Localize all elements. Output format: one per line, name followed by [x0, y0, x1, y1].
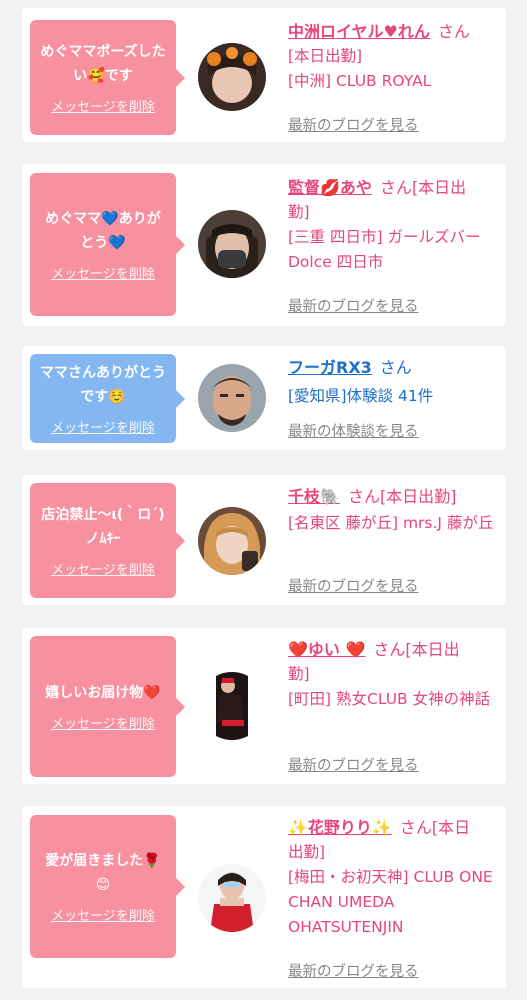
- shop-text: [愛知県]体験談 41件: [288, 387, 434, 405]
- delete-message-link[interactable]: メッセージを削除: [51, 713, 155, 732]
- blog-link[interactable]: 最新のブログを見る: [288, 114, 419, 135]
- message-bubble: めぐママ💙ありがとう💙 メッセージを削除: [30, 173, 185, 316]
- message-text: 愛が届きました🌹😊: [45, 853, 161, 893]
- delete-message-link[interactable]: メッセージを削除: [51, 417, 155, 436]
- sender-info: 監督💋あや さん[本日出 勤] [三重 四日市] ガールズバー Dolce 四日市: [288, 176, 498, 275]
- message-text: めぐママポーズしたい🥰です: [40, 44, 166, 84]
- message-text: ママさんありがとうです☺️: [40, 365, 166, 405]
- sender-info: フーガRX3 さん [愛知県]体験談 41件: [288, 356, 498, 409]
- san-suffix: さん[本日: [399, 818, 471, 837]
- card: 嬉しいお届け物❤️ メッセージを削除 ❤️ゆい ❤️ さん[本日出 勤] [町田]…: [22, 628, 506, 784]
- shop-text: [中洲] CLUB ROYAL: [288, 72, 432, 90]
- message-bubble: 店泊禁止〜ι(｀ロ´)ノﾑｷｰ メッセージを削除: [30, 483, 185, 598]
- avatar[interactable]: [198, 364, 266, 432]
- sender-info: ❤️ゆい ❤️ さん[本日出 勤] [町田] 熟女CLUB 女神の神話: [288, 638, 498, 712]
- status-text: 出勤]: [288, 843, 326, 861]
- card: めぐママ💙ありがとう💙 メッセージを削除 監督💋あや さん[本日出 勤] [三重 …: [22, 164, 506, 326]
- delete-message-link[interactable]: メッセージを削除: [51, 559, 155, 578]
- avatar[interactable]: [198, 507, 266, 575]
- san-suffix: さん: [437, 22, 470, 41]
- sender-name[interactable]: ❤️ゆい ❤️: [288, 640, 365, 659]
- shop-text: [三重 四日市] ガールズバー Dolce 四日市: [288, 228, 481, 271]
- sender-info: ✨花野りり✨ さん[本日 出勤] [梅田・お初天神] CLUB ONE CHAN …: [288, 816, 498, 940]
- shop-text: [梅田・お初天神] CLUB ONE CHAN UMEDA OHATSUTENJ…: [288, 868, 493, 936]
- sender-name[interactable]: 中洲ロイヤル♥れん: [288, 22, 430, 41]
- message-text: 嬉しいお届け物❤️: [45, 685, 161, 701]
- sender-name[interactable]: ✨花野りり✨: [288, 818, 392, 837]
- san-suffix: さん[本日出: [373, 640, 460, 659]
- avatar[interactable]: [198, 864, 266, 932]
- avatar[interactable]: [198, 210, 266, 278]
- delete-message-link[interactable]: メッセージを削除: [51, 96, 155, 115]
- message-bubble: 愛が届きました🌹😊 メッセージを削除: [30, 815, 185, 958]
- shop-text: [町田] 熟女CLUB 女神の神話: [288, 690, 491, 708]
- card: ママさんありがとうです☺️ メッセージを削除 フーガRX3 さん [愛知県]体験談…: [22, 346, 506, 450]
- blog-link[interactable]: 最新のブログを見る: [288, 295, 419, 316]
- san-suffix: さん: [379, 358, 412, 377]
- avatar[interactable]: [198, 43, 266, 111]
- review-link[interactable]: 最新の体験談を見る: [288, 420, 419, 441]
- message-bubble: めぐママポーズしたい🥰です メッセージを削除: [30, 20, 185, 135]
- blog-link[interactable]: 最新のブログを見る: [288, 754, 419, 775]
- message-bubble: ママさんありがとうです☺️ メッセージを削除: [30, 354, 185, 443]
- message-bubble: 嬉しいお届け物❤️ メッセージを削除: [30, 636, 185, 777]
- card: めぐママポーズしたい🥰です メッセージを削除 中洲ロイヤル♥れん さん [本日出勤…: [22, 8, 506, 142]
- sender-info: 千枝🐘 さん[本日出勤] [名東区 藤が丘] mrs.J 藤が丘: [288, 485, 498, 536]
- avatar[interactable]: [198, 672, 266, 740]
- status-text: 勤]: [288, 203, 310, 221]
- card: 店泊禁止〜ι(｀ロ´)ノﾑｷｰ メッセージを削除 千枝🐘 さん[本日出勤] [名東…: [22, 475, 506, 605]
- san-suffix: さん[本日出: [379, 178, 467, 197]
- sender-info: 中洲ロイヤル♥れん さん [本日出勤] [中洲] CLUB ROYAL: [288, 20, 498, 94]
- message-text: めぐママ💙ありがとう💙: [45, 211, 161, 251]
- status-text: 勤]: [288, 665, 310, 683]
- message-text: 店泊禁止〜ι(｀ロ´)ノﾑｷｰ: [41, 507, 165, 547]
- card: 愛が届きました🌹😊 メッセージを削除 ✨花野りり✨ さん[本日 出勤] [梅田・お…: [22, 806, 506, 988]
- shop-text: [名東区 藤が丘] mrs.J 藤が丘: [288, 514, 494, 532]
- delete-message-link[interactable]: メッセージを削除: [51, 905, 155, 924]
- status-text: [本日出勤]: [288, 47, 363, 65]
- delete-message-link[interactable]: メッセージを削除: [51, 263, 155, 282]
- blog-link[interactable]: 最新のブログを見る: [288, 960, 419, 981]
- sender-name[interactable]: フーガRX3: [288, 358, 372, 377]
- sender-name[interactable]: 千枝🐘: [288, 487, 340, 506]
- blog-link[interactable]: 最新のブログを見る: [288, 575, 419, 596]
- san-suffix: さん[本日出勤]: [347, 487, 457, 506]
- sender-name[interactable]: 監督💋あや: [288, 178, 372, 197]
